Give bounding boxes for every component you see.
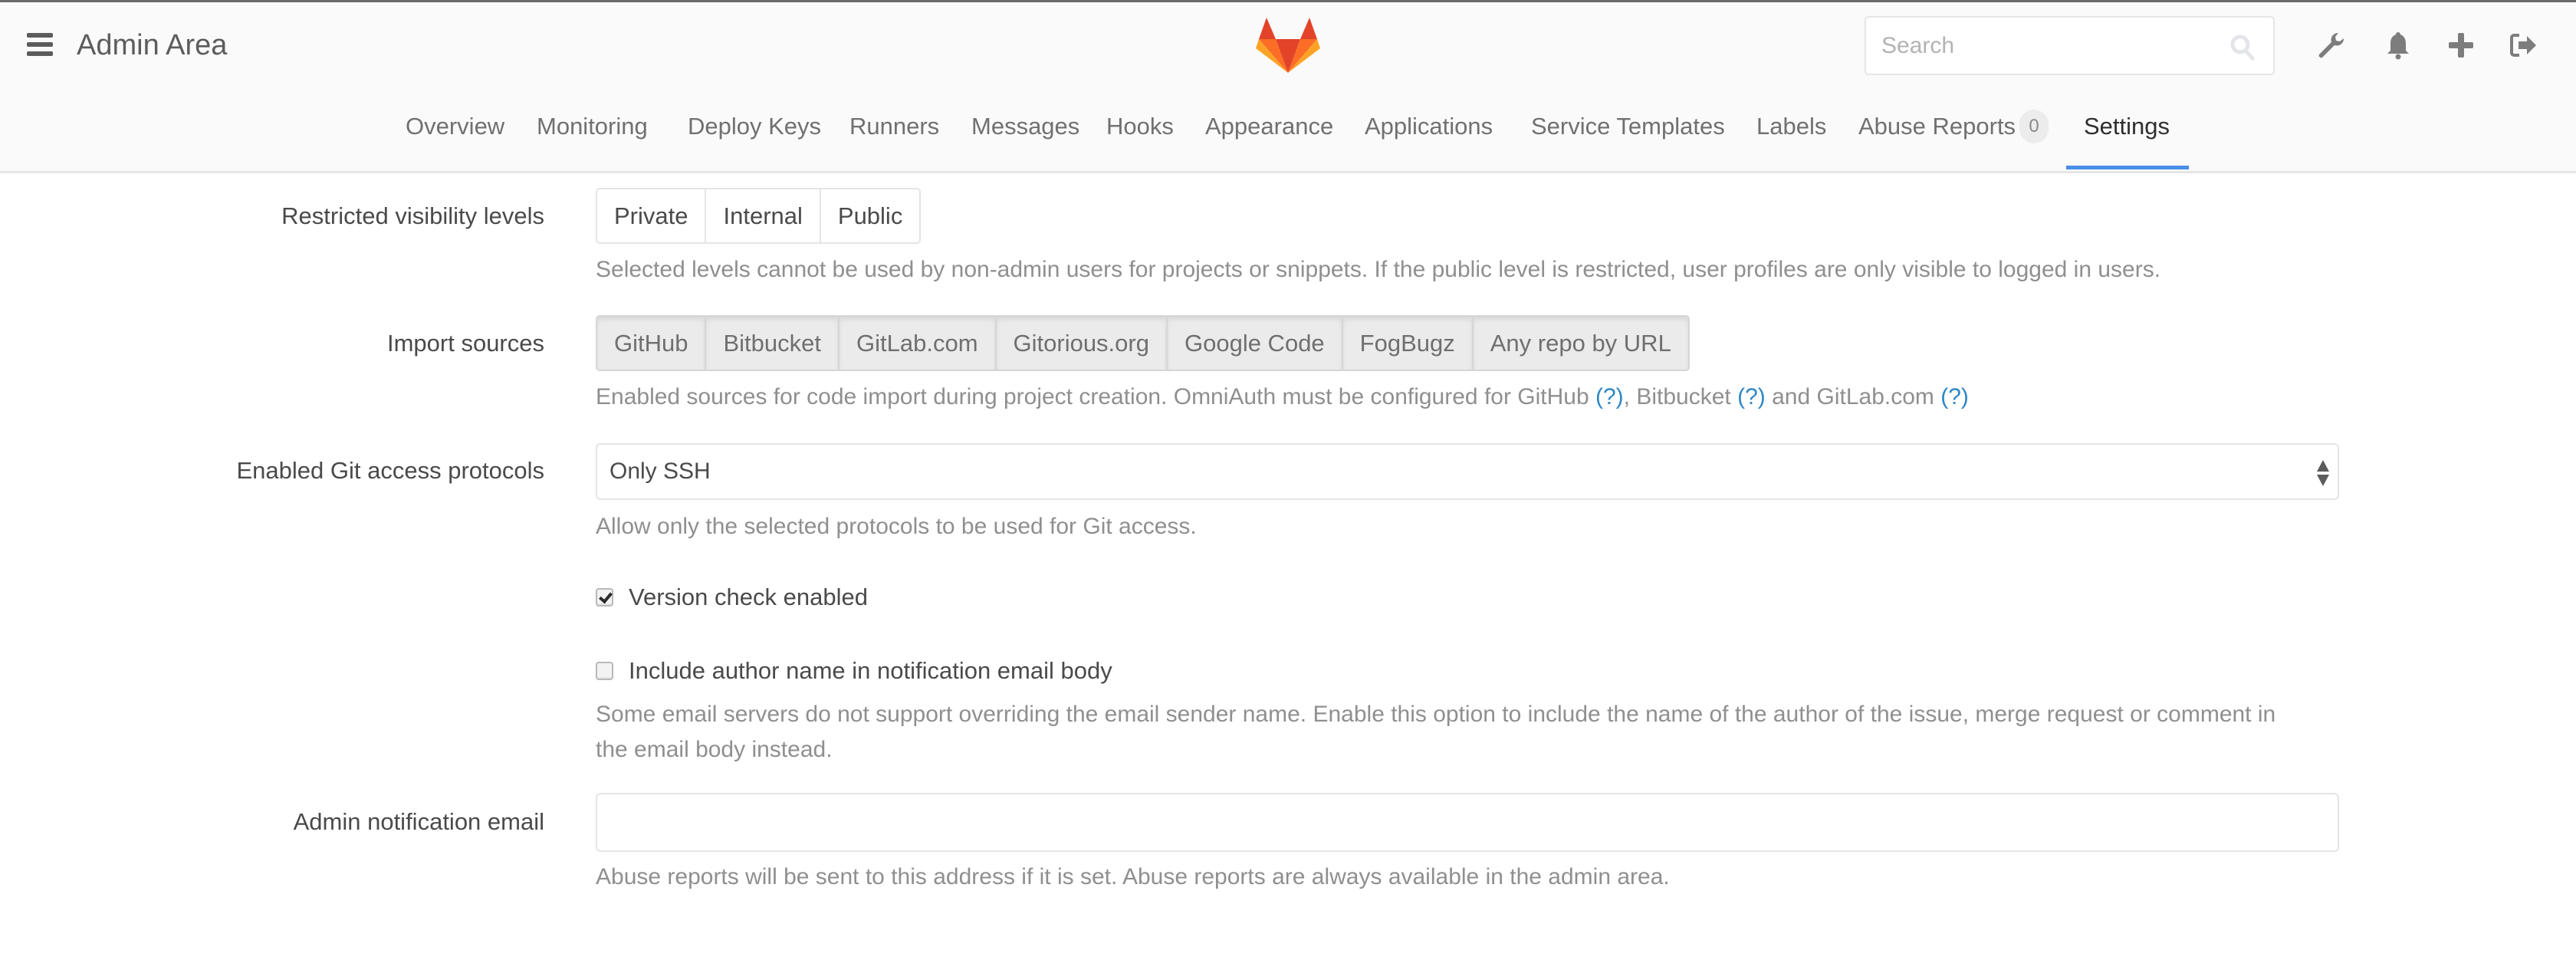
visibility-button-group: Private Internal Public	[596, 188, 922, 244]
import-sources-help: Enabled sources for code import during p…	[596, 380, 1969, 415]
git-access-value: Only SSH	[610, 459, 711, 484]
admin-email-help: Abuse reports will be sent to this addre…	[596, 864, 1670, 889]
import-gitorious-button[interactable]: Gitorious.org	[994, 315, 1168, 371]
admin-email-input[interactable]	[596, 793, 2339, 852]
import-google-code-button[interactable]: Google Code	[1165, 315, 1343, 371]
tab-applications[interactable]: Applications	[1365, 111, 1493, 142]
tab-monitoring[interactable]: Monitoring	[537, 111, 648, 142]
active-tab-indicator	[2066, 166, 2189, 169]
import-help-text: Enabled sources for code import during p…	[596, 384, 1589, 409]
version-check-checkbox[interactable]	[596, 588, 613, 607]
select-arrows-icon	[2317, 460, 2329, 486]
visibility-public-button[interactable]: Public	[819, 188, 922, 244]
search-icon[interactable]	[2230, 35, 2255, 61]
gitlab-com-help-link[interactable]: (?)	[1940, 384, 1969, 409]
import-sources-label: Import sources	[386, 330, 544, 357]
author-name-checkbox[interactable]	[596, 662, 613, 680]
tab-labels[interactable]: Labels	[1756, 111, 1826, 142]
tab-appearance[interactable]: Appearance	[1205, 111, 1333, 142]
import-fogbugz-button[interactable]: FogBugz	[1341, 315, 1474, 371]
version-check-row[interactable]: Version check enabled	[596, 582, 868, 613]
import-github-button[interactable]: GitHub	[596, 315, 707, 371]
import-sources-button-group: GitHub Bitbucket GitLab.com Gitorious.or…	[596, 315, 1690, 371]
git-access-select[interactable]: Only SSH	[596, 443, 2339, 500]
tab-service-templates[interactable]: Service Templates	[1531, 111, 1725, 142]
import-bitbucket-button[interactable]: Bitbucket	[705, 315, 840, 371]
search-box[interactable]	[1865, 16, 2275, 75]
author-name-label[interactable]: Include author name in notification emai…	[629, 656, 1112, 686]
tab-runners[interactable]: Runners	[849, 111, 939, 142]
wrench-icon[interactable]	[2315, 30, 2346, 61]
git-access-help: Allow only the selected protocols to be …	[596, 514, 1197, 539]
import-help-text-3: and GitLab.com	[1772, 384, 1934, 409]
visibility-label: Restricted visibility levels	[281, 202, 544, 229]
visibility-internal-button[interactable]: Internal	[705, 188, 821, 244]
tab-abuse-reports[interactable]: Abuse Reports	[1858, 111, 2016, 142]
tab-deploy-keys[interactable]: Deploy Keys	[688, 111, 821, 142]
import-help-text-2: , Bitbucket	[1623, 384, 1731, 409]
bell-icon[interactable]	[2383, 30, 2413, 61]
import-gitlab-com-button[interactable]: GitLab.com	[838, 315, 997, 371]
import-repo-by-url-button[interactable]: Any repo by URL	[1471, 315, 1690, 371]
git-access-label: Enabled Git access protocols	[236, 457, 545, 484]
admin-nav: Overview Monitoring Deploy Keys Runners …	[0, 102, 2576, 176]
tab-overview[interactable]: Overview	[406, 111, 504, 142]
version-check-label[interactable]: Version check enabled	[629, 582, 868, 613]
menu-icon[interactable]	[27, 33, 53, 58]
gitlab-logo[interactable]	[1256, 18, 1320, 73]
tab-messages[interactable]: Messages	[971, 111, 1079, 142]
author-name-help-line2: the email body instead.	[596, 737, 833, 762]
github-help-link[interactable]: (?)	[1595, 384, 1624, 409]
search-input[interactable]	[1866, 18, 2273, 74]
bitbucket-help-link[interactable]: (?)	[1737, 384, 1766, 409]
admin-email-label: Admin notification email	[293, 808, 544, 835]
tab-hooks[interactable]: Hooks	[1106, 111, 1174, 142]
abuse-reports-count-badge: 0	[2019, 110, 2049, 143]
plus-icon[interactable]	[2446, 30, 2476, 61]
visibility-private-button[interactable]: Private	[596, 188, 707, 244]
page-title: Admin Area	[77, 29, 228, 61]
sign-out-icon[interactable]	[2509, 30, 2539, 61]
visibility-help: Selected levels cannot be used by non-ad…	[596, 257, 2161, 282]
author-name-row[interactable]: Include author name in notification emai…	[596, 656, 1112, 686]
top-header: Admin Area Overview Monitoring Deploy Ke…	[0, 0, 2576, 173]
author-name-help-line1: Some email servers do not support overri…	[596, 702, 2276, 727]
tab-settings[interactable]: Settings	[2084, 111, 2170, 142]
